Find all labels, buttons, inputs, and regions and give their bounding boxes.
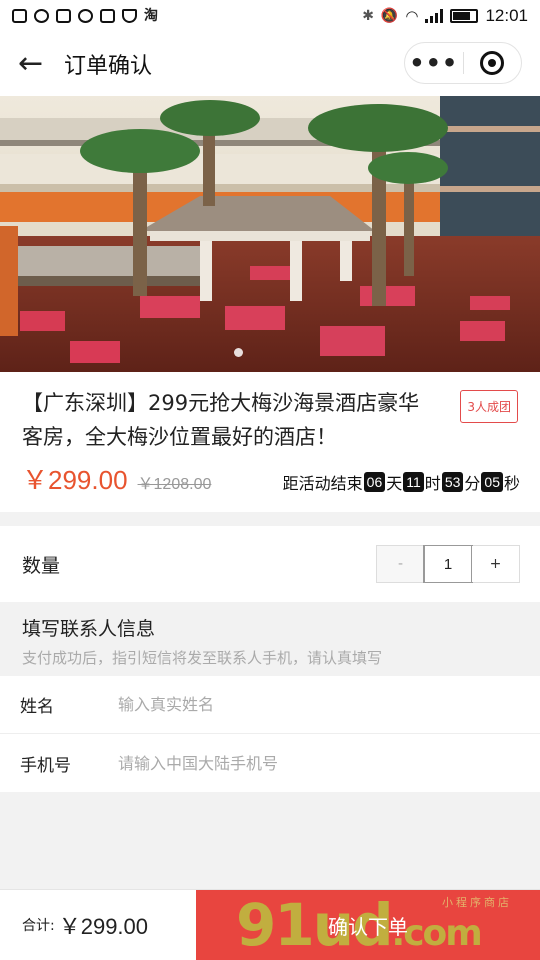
total-label: 合计: (22, 918, 55, 934)
banner-image[interactable] (0, 96, 540, 372)
quantity-stepper: - 1 + (376, 545, 520, 583)
contact-form: 姓名 手机号 (0, 676, 540, 792)
countdown-days-unit: 天 (386, 474, 403, 493)
contact-section-header: 填写联系人信息 支付成功后，指引短信将发至联系人手机，请认真填写 (0, 602, 540, 676)
more-icon[interactable]: ••• (405, 51, 463, 75)
current-price: ￥299.00 (22, 465, 128, 495)
shield-icon (122, 9, 137, 23)
contact-section-title: 填写联系人信息 (22, 618, 156, 640)
countdown-prefix: 距活动结束 (282, 474, 363, 493)
mute-icon: 🔕 (380, 8, 399, 24)
message-icon (12, 9, 27, 23)
status-time: 12:01 (485, 6, 528, 25)
phone-label: 手机号 (20, 755, 71, 776)
browser-icon (78, 9, 93, 23)
countdown-hours-unit: 时 (424, 474, 441, 493)
decrement-button[interactable]: - (377, 546, 424, 582)
watermark-small: 小程序商店 (442, 896, 512, 909)
confirm-order-button[interactable]: 91ud.com 小程序商店 确认下单 (196, 890, 540, 960)
close-mini-program-button[interactable] (464, 51, 522, 75)
order-total: 合计: ￥299.00 (0, 890, 196, 960)
countdown-timer: 距活动结束 06 天 11 时 53 分 05 秒 (283, 470, 520, 494)
countdown-seconds: 05 (481, 472, 503, 492)
total-value: ￥299.00 (58, 914, 149, 939)
countdown-minutes: 53 (441, 472, 464, 492)
page-title: 订单确认 (64, 54, 153, 79)
group-size-badge: 3人成团 (460, 390, 518, 423)
quantity-label: 数量 (22, 554, 61, 577)
back-arrow-icon[interactable]: ← (18, 49, 52, 79)
countdown-seconds-unit: 秒 (503, 474, 520, 493)
increment-button[interactable]: + (472, 546, 519, 582)
sim-icon (56, 9, 71, 23)
status-bar: 淘 ✱ 🔕 ◠ 12:01 (0, 0, 540, 32)
name-label: 姓名 (20, 697, 54, 717)
bluetooth-icon: ✱ (362, 8, 374, 24)
target-icon (480, 51, 505, 75)
product-info: 【广东深圳】299元抢大梅沙海景酒店豪华客房，全大梅沙位置最好的酒店！ 3人成团… (0, 372, 540, 512)
taobao-icon: 淘 (144, 8, 158, 24)
hotel-restaurant-photo (0, 96, 540, 372)
phone-field[interactable] (118, 753, 498, 773)
name-field[interactable] (118, 695, 498, 714)
signal-icon (425, 9, 444, 23)
chat-icon (34, 9, 49, 23)
phone-row: 手机号 (0, 734, 540, 792)
countdown-days: 06 (363, 472, 386, 492)
status-left: 淘 (12, 9, 158, 23)
name-row: 姓名 (0, 676, 540, 734)
original-price: ￥1208.00 (137, 476, 212, 493)
quantity-row: 数量 - 1 + (0, 526, 540, 602)
checkout-bar: 合计: ￥299.00 91ud.com 小程序商店 确认下单 (0, 889, 540, 960)
image-icon (100, 9, 115, 23)
battery-icon (450, 9, 479, 23)
countdown-hours: 11 (403, 472, 424, 492)
product-title: 【广东深圳】299元抢大梅沙海景酒店豪华客房，全大梅沙位置最好的酒店！ (22, 391, 420, 449)
nav-bar: ← 订单确认 ••• (0, 32, 540, 96)
contact-section-subtitle: 支付成功后，指引短信将发至联系人手机，请认真填写 (22, 649, 383, 667)
quantity-value[interactable]: 1 (423, 545, 473, 583)
status-right: ✱ 🔕 ◠ 12:01 (362, 6, 528, 26)
mini-program-capsule: ••• (404, 42, 522, 84)
carousel-indicator-dot[interactable] (234, 348, 243, 357)
confirm-order-label: 确认下单 (328, 914, 408, 939)
countdown-minutes-unit: 分 (464, 474, 481, 493)
wifi-icon: ◠ (405, 7, 419, 25)
